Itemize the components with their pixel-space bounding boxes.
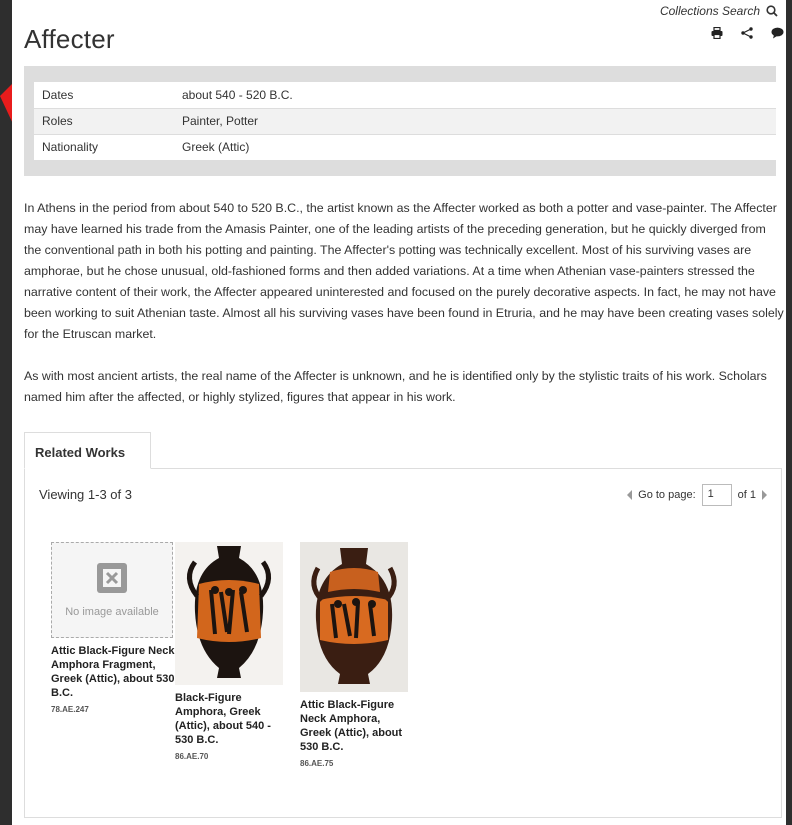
no-image-text: No image available bbox=[65, 606, 159, 618]
collections-search-link[interactable]: Collections Search bbox=[660, 4, 778, 18]
vase-image[interactable] bbox=[300, 542, 408, 692]
collections-search-label: Collections Search bbox=[659, 4, 760, 18]
facts-value: Painter, Potter bbox=[174, 108, 776, 135]
facts-value: Greek (Attic) bbox=[174, 134, 776, 161]
work-title[interactable]: Attic Black-Figure Neck Amphora, Greek (… bbox=[300, 698, 410, 754]
related-work-card[interactable]: No image available Attic Black-Figure Ne… bbox=[51, 542, 175, 717]
viewing-count: Viewing 1-3 of 3 bbox=[39, 487, 132, 502]
accession-number: 78.AE.247 bbox=[51, 705, 89, 714]
facts-row-roles: Roles Painter, Potter bbox=[34, 108, 776, 135]
vase-image[interactable] bbox=[175, 542, 283, 685]
no-image-placeholder[interactable]: No image available bbox=[51, 542, 173, 638]
related-work-card[interactable]: Black-Figure Amphora, Greek (Attic), abo… bbox=[175, 542, 283, 764]
right-frame bbox=[786, 0, 792, 825]
accession-number: 86.AE.75 bbox=[300, 759, 334, 768]
page-title: Affecter bbox=[24, 24, 115, 54]
next-page-icon[interactable] bbox=[762, 490, 767, 500]
work-title[interactable]: Attic Black-Figure Neck Amphora Fragment… bbox=[51, 644, 175, 700]
share-icon[interactable] bbox=[741, 26, 753, 44]
facts-label: Dates bbox=[34, 82, 174, 109]
artist-biography: In Athens in the period from about 540 t… bbox=[24, 198, 784, 429]
facts-label: Nationality bbox=[34, 134, 174, 161]
facts-row-nationality: Nationality Greek (Attic) bbox=[34, 134, 776, 161]
comment-icon[interactable] bbox=[771, 26, 784, 44]
work-title[interactable]: Black-Figure Amphora, Greek (Attic), abo… bbox=[175, 691, 283, 747]
search-icon bbox=[766, 5, 778, 17]
page-number-input[interactable]: 1 bbox=[701, 484, 732, 506]
page-count: of 1 bbox=[737, 489, 756, 501]
related-work-card[interactable]: Attic Black-Figure Neck Amphora, Greek (… bbox=[300, 542, 410, 771]
tab-related-works[interactable]: Related Works bbox=[24, 432, 151, 469]
biography-paragraph: In Athens in the period from about 540 t… bbox=[24, 201, 784, 341]
pagination: Go to page: 1 of 1 bbox=[627, 484, 767, 506]
facts-value: about 540 - 520 B.C. bbox=[174, 82, 776, 109]
print-icon[interactable] bbox=[711, 26, 723, 44]
go-to-page-label: Go to page: bbox=[638, 489, 696, 501]
related-works-panel: Viewing 1-3 of 3 Go to page: 1 of 1 No i… bbox=[24, 468, 782, 818]
page: Collections Search Affecter Dates about … bbox=[12, 0, 792, 825]
facts-label: Roles bbox=[34, 108, 174, 135]
placeholder-image-icon bbox=[97, 563, 127, 593]
prev-page-icon[interactable] bbox=[627, 490, 633, 500]
biography-paragraph: As with most ancient artists, the real n… bbox=[24, 369, 767, 404]
artist-facts-panel: Dates about 540 - 520 B.C. Roles Painter… bbox=[24, 66, 776, 176]
facts-row-dates: Dates about 540 - 520 B.C. bbox=[34, 82, 776, 109]
artist-facts-table: Dates about 540 - 520 B.C. Roles Painter… bbox=[34, 82, 776, 161]
page-tools bbox=[711, 26, 784, 44]
accession-number: 86.AE.70 bbox=[175, 752, 209, 761]
